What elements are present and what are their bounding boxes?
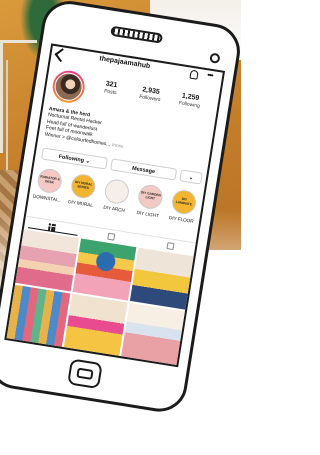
stat-posts[interactable]: 321 Posts <box>90 78 132 98</box>
highlight-diy-light[interactable]: DIY GARDEN LIGHT DIY LIGHT <box>131 182 168 219</box>
chevron-down-icon: ⌄ <box>188 174 194 182</box>
post-thumbnail[interactable] <box>15 229 80 292</box>
home-button-icon <box>76 367 94 380</box>
post-thumbnail[interactable] <box>129 247 194 310</box>
highlight-diy-mural[interactable]: DIY MURAL SERIES DIY MURAL <box>64 172 101 209</box>
highlight-downstairs[interactable]: RADIATOR & DESK DOWNSTAI... <box>31 167 68 204</box>
post-thumbnail[interactable] <box>63 293 128 356</box>
highlight-diy-floor[interactable]: DIY LAMINATE DIY FLOOR <box>165 188 202 225</box>
stat-followers[interactable]: 2,935 Followers <box>130 85 172 105</box>
speaker-grille <box>110 25 164 44</box>
highlight-cover: DIY MURAL SERIES <box>69 172 97 200</box>
post-thumbnail[interactable] <box>6 284 71 347</box>
highlight-label: DIY LIGHT <box>136 209 160 219</box>
following-button[interactable]: Following ⌄ <box>40 147 109 170</box>
stat-following[interactable]: 1,259 Following <box>169 91 211 111</box>
highlight-diy-arch[interactable]: DIY ARCH <box>98 177 135 214</box>
instagram-profile-screen: thepajaamahub ••• 321 Posts 2,935 Follow… <box>4 43 226 368</box>
highlight-cover: DIY GARDEN LIGHT <box>136 183 165 211</box>
notification-bell-icon[interactable] <box>189 69 199 80</box>
tagged-icon[interactable] <box>166 242 175 251</box>
suggested-users-button[interactable]: ⌄ <box>179 169 203 185</box>
post-thumbnail[interactable] <box>72 238 137 301</box>
post-thumbnail[interactable] <box>121 302 185 365</box>
home-button[interactable] <box>67 358 103 390</box>
avatar[interactable] <box>50 68 87 105</box>
front-camera-icon <box>209 52 221 64</box>
avatar-photo <box>52 70 85 103</box>
igtv-icon[interactable] <box>107 232 116 241</box>
highlight-label: DIY ARCH <box>103 204 126 213</box>
highlight-cover: RADIATOR & DESK <box>35 167 64 195</box>
highlight-label: DIY FLOOR <box>168 215 194 224</box>
highlight-label: DIY MURAL <box>67 199 94 208</box>
chevron-down-icon: ⌄ <box>85 158 91 165</box>
bio-more-link[interactable]: more <box>111 142 123 150</box>
message-button[interactable]: Message <box>110 158 178 181</box>
following-button-label: Following <box>58 154 85 164</box>
profile-username: thepajaamahub <box>98 55 151 71</box>
highlight-cover: DIY LAMINATE <box>170 188 198 216</box>
back-arrow-icon[interactable] <box>54 48 69 63</box>
highlight-cover <box>103 177 131 206</box>
highlight-label: DOWNSTAI... <box>32 193 62 203</box>
more-options-icon[interactable]: ••• <box>207 70 214 80</box>
